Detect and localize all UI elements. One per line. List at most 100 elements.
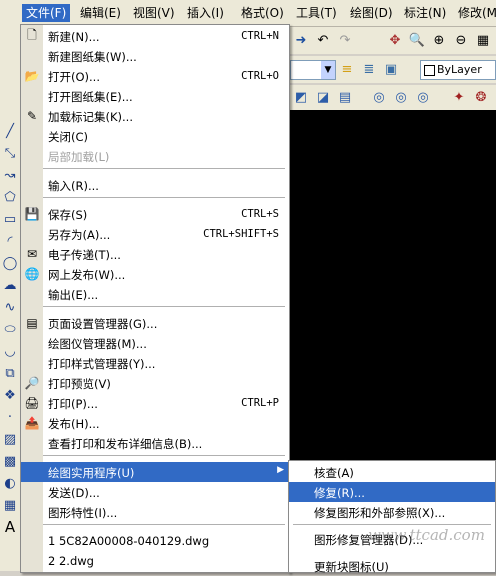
polygon-icon[interactable]: ⬠ [1,188,19,206]
spline-icon[interactable]: ∿ [1,298,19,316]
menu-separator [43,455,285,456]
point-icon[interactable]: · [1,408,19,426]
layer-dropdown[interactable]: ▼ [290,60,336,80]
menu-modify[interactable]: 修改(M) [454,4,496,22]
orbit-icon[interactable]: ✦ [450,88,468,106]
arc-icon[interactable]: ◜ [1,232,19,250]
submenu-item-label: 核查(A) [314,466,354,480]
menu-item-label: 局部加载(L) [48,150,110,164]
properties-icon[interactable]: ▦ [474,31,492,49]
menu-item-plot[interactable]: 🖨 打印(P)... CTRL+P [21,393,289,413]
menu-item-publish[interactable]: 📤 发布(H)... [21,413,289,433]
menu-item-label: 发送(D)... [48,486,100,500]
menu-item-recent-file-2[interactable]: 2 2.dwg [21,551,289,571]
menu-item-label: 另存为(A)... [48,228,111,242]
box-icon[interactable]: ▤ [336,88,354,106]
extrude-icon[interactable]: ◪ [314,88,332,106]
polyline-icon[interactable]: ↝ [1,166,19,184]
layer-manager-icon[interactable]: ≡ [338,60,356,78]
menu-item-view-plot-details[interactable]: 查看打印和发布详细信息(B)... [21,433,289,453]
layer-previous-icon[interactable]: ≣ [360,60,378,78]
menu-tools[interactable]: 工具(T) [292,4,341,22]
menu-item-label: 打印样式管理器(Y)... [48,357,156,371]
menu-format[interactable]: 格式(O) [237,4,288,22]
menu-view[interactable]: 视图(V) [129,4,179,22]
redo-icon[interactable]: ↷ [336,31,354,49]
menu-item-import[interactable]: 输入(R)... [21,175,289,195]
match-properties-icon[interactable]: ➜ [292,31,310,49]
hatch-icon[interactable]: ▨ [1,430,19,448]
construction-line-icon[interactable]: ⤡ [1,144,19,162]
menu-item-new-sheet-set[interactable]: 新建图纸集(W)... [21,46,289,66]
menu-item-open[interactable]: 📂 打开(O)... CTRL+O [21,66,289,86]
menu-item-plot-style-manager[interactable]: 打印样式管理器(Y)... [21,353,289,373]
publish-web-icon: 🌐 [24,267,40,281]
menu-item-save[interactable]: 💾 保存(S) CTRL+S [21,204,289,224]
make-block-icon[interactable]: ❖ [1,386,19,404]
menu-item-label: 绘图实用程序(U) [48,466,135,480]
undo-icon[interactable]: ↶ [314,31,332,49]
menu-item-shortcut: CTRL+P [241,397,279,409]
open-folder-icon: 📂 [24,69,40,83]
submenu-item-audit[interactable]: 核查(A) [289,462,495,482]
subtract-icon[interactable]: ◎ [392,88,410,106]
menu-item-drawing-properties[interactable]: 图形特性(I)... [21,502,289,522]
pan-icon[interactable]: ✥ [386,31,404,49]
insert-block-icon[interactable]: ⧉ [1,364,19,382]
menu-item-plotter-manager[interactable]: 绘图仪管理器(M)... [21,333,289,353]
menu-item-recent-file-1[interactable]: 1 5C82A00008-040129.dwg [21,531,289,551]
zoom-window-icon[interactable]: ⊕ [430,31,448,49]
menu-item-label: 图形特性(I)... [48,506,118,520]
draw-toolbar: ╱ ⤡ ↝ ⬠ ▭ ◜ ◯ ☁ ∿ ⬭ ◡ ⧉ ❖ · ▨ ▩ ◐ ▦ A [0,26,21,571]
drawing-utilities-submenu: 核查(A) 修复(R)... 修复图形和外部参照(X)... 图形修复管理器(D)..… [288,460,496,576]
menu-edit[interactable]: 编辑(E) [76,4,125,22]
menu-draw[interactable]: 绘图(D) [346,4,397,22]
line-icon[interactable]: ╱ [1,122,19,140]
menu-dimension[interactable]: 标注(N) [400,4,450,22]
menu-item-open-sheet-set[interactable]: 打开图纸集(E)... [21,86,289,106]
menu-item-drawing-utilities[interactable]: 绘图实用程序(U) ▶ [21,462,289,482]
menu-item-label: 电子传递(T)... [48,248,121,262]
multiline-text-icon[interactable]: A [1,518,19,536]
circle-icon[interactable]: ◯ [1,254,19,272]
submenu-item-recover-with-xrefs[interactable]: 修复图形和外部参照(X)... [289,502,495,522]
menu-item-page-setup-manager[interactable]: ▤ 页面设置管理器(G)... [21,313,289,333]
menu-item-plot-preview[interactable]: 🔎 打印预览(V) [21,373,289,393]
menu-item-new[interactable]: 🗋 新建(N)... CTRL+N [21,26,289,46]
submenu-item-update-block-icons[interactable]: 更新块图标(U) [289,556,495,576]
menu-item-send[interactable]: 发送(D)... [21,482,289,502]
table-icon[interactable]: ▦ [1,496,19,514]
menu-item-label: 输出(E)... [48,288,99,302]
submenu-item-recover[interactable]: 修复(R)... [289,482,495,502]
ellipse-arc-icon[interactable]: ◡ [1,342,19,360]
intersect-icon[interactable]: ◎ [414,88,432,106]
zoom-previous-icon[interactable]: ⊖ [452,31,470,49]
make-current-icon[interactable]: ▣ [382,60,400,78]
union-icon[interactable]: ◎ [370,88,388,106]
menu-item-shortcut: CTRL+S [241,208,279,220]
gradient-icon[interactable]: ▩ [1,452,19,470]
print-preview-icon: 🔎 [24,376,40,390]
shade-icon[interactable]: ❂ [472,88,490,106]
menu-item-shortcut: CTRL+O [241,70,279,82]
menu-insert[interactable]: 插入(I) [183,4,228,22]
menu-item-label: 新建(N)... [48,30,100,44]
menu-item-load-markup-set[interactable]: ✎ 加载标记集(K)... [21,106,289,126]
revision-cloud-icon[interactable]: ☁ [1,276,19,294]
chevron-down-icon[interactable]: ▼ [321,61,335,79]
menu-item-etransmit[interactable]: ✉ 电子传递(T)... [21,244,289,264]
menu-item-publish-to-web[interactable]: 🌐 网上发布(W)... [21,264,289,284]
menu-item-label: 保存(S) [48,208,88,222]
rectangle-icon[interactable]: ▭ [1,210,19,228]
menu-item-save-as[interactable]: 另存为(A)... CTRL+SHIFT+S [21,224,289,244]
menu-file[interactable]: 文件(F) [22,4,71,22]
ellipse-icon[interactable]: ⬭ [1,320,19,338]
menu-item-close[interactable]: 关闭(C) [21,126,289,146]
color-dropdown[interactable]: ByLayer [420,60,496,80]
solid-icon[interactable]: ◩ [292,88,310,106]
zoom-realtime-icon[interactable]: 🔍 [408,31,426,49]
color-value: ByLayer [437,63,482,76]
menu-item-export[interactable]: 输出(E)... [21,284,289,304]
publish-icon: 📤 [24,416,40,430]
region-icon[interactable]: ◐ [1,474,19,492]
